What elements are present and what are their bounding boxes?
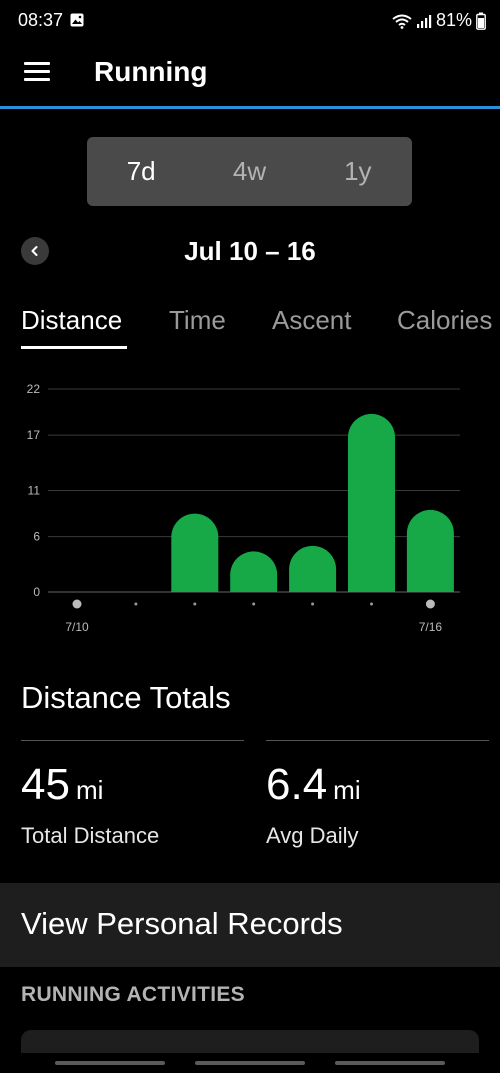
y-tick-label: 0 bbox=[33, 585, 40, 599]
total-distance-number: 45 bbox=[21, 760, 70, 809]
nav-back-button[interactable] bbox=[335, 1061, 445, 1065]
x-tick-dot bbox=[72, 599, 82, 609]
range-option-7d[interactable]: 7d bbox=[87, 156, 195, 187]
bar-7/13[interactable] bbox=[230, 551, 278, 592]
nav-home-button[interactable] bbox=[195, 1061, 305, 1065]
x-tick-dot bbox=[252, 602, 256, 606]
bar-7/16[interactable] bbox=[406, 509, 454, 592]
range-toggle: 7d 4w 1y bbox=[87, 137, 412, 206]
range-option-1y[interactable]: 1y bbox=[304, 156, 412, 187]
range-option-4w[interactable]: 4w bbox=[195, 156, 303, 187]
y-tick-label: 11 bbox=[28, 484, 41, 498]
chevron-left-icon bbox=[31, 246, 38, 256]
running-activities-header: RUNNING ACTIVITIES bbox=[21, 983, 245, 1006]
totals-divider-right bbox=[266, 740, 489, 741]
wifi-icon bbox=[392, 14, 412, 29]
x-tick-label: 7/10 bbox=[65, 620, 89, 634]
y-tick-label: 22 bbox=[27, 382, 41, 396]
battery-percent: 81% bbox=[435, 10, 472, 30]
section-title-totals: Distance Totals bbox=[21, 680, 231, 715]
nav-recent-button[interactable] bbox=[55, 1061, 165, 1065]
status-icons: 81% bbox=[392, 10, 486, 31]
distance-chart-svg: 0 6 11 17 22 7/10 7/16 bbox=[27, 382, 460, 634]
avg-daily-number: 6.4 bbox=[266, 760, 328, 809]
records-label: View Personal Records bbox=[21, 906, 343, 941]
avg-daily-value: 6.4 mi bbox=[266, 760, 361, 810]
status-bar: 08:37 81% bbox=[0, 0, 500, 44]
metric-tabs: Distance Time Ascent Calories bbox=[0, 300, 500, 350]
page-title: Running bbox=[94, 56, 208, 87]
gallery-notification-icon bbox=[70, 13, 84, 27]
bar-7/14[interactable] bbox=[289, 545, 337, 592]
bar-7/12[interactable] bbox=[171, 513, 219, 592]
total-distance-label: Total Distance bbox=[21, 823, 160, 848]
x-tick-dot bbox=[193, 602, 197, 606]
distance-chart: 0 6 11 17 22 7/10 7/16 bbox=[0, 372, 500, 642]
x-tick-label: 7/16 bbox=[419, 620, 443, 634]
app-bar-divider bbox=[0, 106, 500, 109]
bar-7/15[interactable] bbox=[348, 413, 395, 592]
x-tick-dot bbox=[311, 602, 315, 606]
totals-divider-left bbox=[21, 740, 244, 741]
total-distance-unit: mi bbox=[75, 775, 104, 805]
avg-daily-unit: mi bbox=[333, 775, 361, 805]
date-range-label: Jul 10 – 16 bbox=[184, 236, 316, 266]
tab-distance[interactable]: Distance bbox=[21, 305, 122, 336]
y-tick-label: 17 bbox=[27, 428, 41, 442]
tab-time[interactable]: Time bbox=[169, 305, 226, 336]
active-tab-indicator bbox=[21, 346, 127, 349]
signal-icon bbox=[416, 14, 432, 28]
avg-daily-label: Avg Daily bbox=[266, 823, 359, 848]
y-tick-label: 6 bbox=[33, 530, 40, 544]
view-personal-records-button[interactable]: View Personal Records bbox=[0, 883, 500, 967]
app-bar bbox=[0, 44, 500, 108]
menu-icon[interactable] bbox=[24, 62, 50, 82]
tab-ascent[interactable]: Ascent bbox=[272, 305, 352, 336]
x-tick-dot bbox=[425, 599, 435, 609]
total-distance-value: 45 mi bbox=[21, 760, 103, 810]
previous-period-button[interactable] bbox=[21, 237, 49, 265]
status-time: 08:37 bbox=[18, 10, 64, 30]
x-tick-dot bbox=[370, 602, 373, 606]
tab-calories[interactable]: Calories bbox=[397, 305, 492, 336]
x-tick-dot bbox=[134, 602, 138, 606]
battery-icon bbox=[476, 12, 486, 30]
